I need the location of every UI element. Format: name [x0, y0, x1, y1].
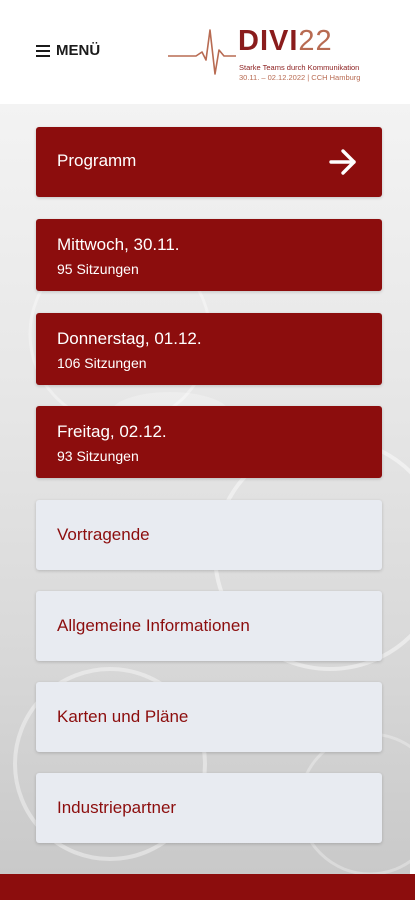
- link-title: Industriepartner: [57, 798, 177, 817]
- programm-title: Programm: [57, 151, 137, 170]
- day-sessions: 93 Sitzungen: [57, 448, 139, 464]
- logo-wordmark: DIVI22: [238, 25, 333, 57]
- programm-card[interactable]: Programm: [36, 127, 382, 197]
- vortragende-card[interactable]: Vortragende: [36, 500, 382, 570]
- heartbeat-icon: [168, 29, 236, 75]
- link-title: Karten und Pläne: [57, 707, 189, 726]
- allgemeine-informationen-card[interactable]: Allgemeine Informationen: [36, 591, 382, 661]
- link-title: Allgemeine Informationen: [57, 616, 250, 635]
- karten-und-plaene-card[interactable]: Karten und Pläne: [36, 682, 382, 752]
- logo-tagline: Starke Teams durch Kommunikation: [239, 63, 360, 72]
- day-title: Donnerstag, 01.12.: [57, 329, 202, 348]
- day-sessions: 106 Sitzungen: [57, 355, 147, 371]
- logo-dates: 30.11. – 02.12.2022 | CCH Hamburg: [239, 73, 361, 82]
- menu-label: MENÜ: [56, 42, 101, 59]
- divi22-logo: DIVI22 Starke Teams durch Kommunikation …: [168, 20, 388, 90]
- arrow-right-icon: [329, 149, 356, 175]
- footer-bar: [0, 874, 415, 900]
- page-edge: [410, 104, 415, 874]
- hamburger-icon: [36, 44, 50, 57]
- day-card-thursday[interactable]: Donnerstag, 01.12. 106 Sitzungen: [36, 313, 382, 385]
- day-card-friday[interactable]: Freitag, 02.12. 93 Sitzungen: [36, 406, 382, 478]
- day-sessions: 95 Sitzungen: [57, 261, 139, 277]
- day-title: Freitag, 02.12.: [57, 422, 167, 441]
- day-card-wednesday[interactable]: Mittwoch, 30.11. 95 Sitzungen: [36, 219, 382, 291]
- menu-button[interactable]: MENÜ: [36, 42, 100, 59]
- day-title: Mittwoch, 30.11.: [57, 235, 180, 254]
- main-content: Programm Mittwoch, 30.11. 95 Sitzungen D…: [0, 104, 415, 874]
- industriepartner-card[interactable]: Industriepartner: [36, 773, 382, 843]
- link-title: Vortragende: [57, 525, 150, 544]
- app-header: MENÜ DIVI22 Starke Teams durch Kommunika…: [0, 0, 415, 104]
